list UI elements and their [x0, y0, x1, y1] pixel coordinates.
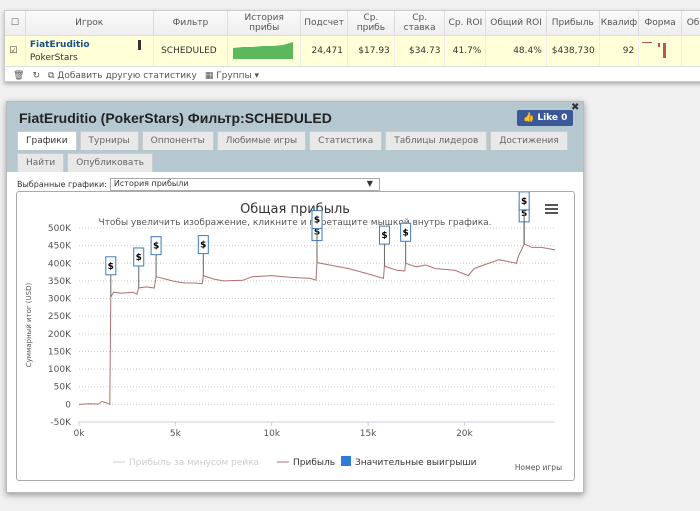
- total-roi-cell: 48.4%: [485, 35, 547, 67]
- tab-2[interactable]: Оппоненты: [141, 131, 214, 150]
- refresh-icon[interactable]: ↻: [32, 71, 40, 81]
- x-tick-label: 5k: [170, 429, 182, 439]
- profit-chart[interactable]: Общая прибыльЧтобы увеличить изображение…: [17, 191, 574, 480]
- tab-3[interactable]: Любимые игры: [216, 131, 307, 150]
- tab-7[interactable]: Найти: [17, 153, 65, 172]
- flag-label: $: [153, 242, 159, 252]
- table-toolbar: 🗑 ↻ ⧉ Добавить другую статистику ▦ Групп…: [5, 67, 700, 85]
- qual-cell: 92: [599, 35, 640, 67]
- y-tick-label: 100K: [48, 365, 72, 375]
- x-tick-label: 20k: [456, 429, 473, 439]
- dialog-tabs: Графики Турниры Оппоненты Любимые игры Стати…: [17, 131, 577, 172]
- table-header-row: ☐ Игрок Фильтр История прибы Подсчет Ср.…: [5, 11, 700, 36]
- y-tick-label: 200K: [48, 330, 72, 340]
- y-tick-label: -50K: [50, 418, 72, 428]
- x-axis-label: Номер игры: [515, 463, 562, 472]
- player-chart-dialog: FiatEruditio (PokerStars) Фильтр:SCHEDUL…: [6, 101, 584, 493]
- stats-table: ☐ Игрок Фильтр История прибы Подсчет Ср.…: [5, 11, 700, 67]
- col-avg-profit[interactable]: Ср. прибь: [347, 11, 395, 36]
- y-tick-label: 150K: [48, 347, 72, 357]
- add-stat-button[interactable]: ⧉ Добавить другую статистику: [48, 71, 197, 81]
- filter-cell: SCHEDULED: [153, 35, 229, 67]
- player-site: PokerStars: [29, 52, 78, 63]
- avg-stake-cell: $34.73: [394, 35, 446, 67]
- groups-button[interactable]: ▦ Группы ▾: [205, 71, 259, 81]
- like-label: Like 0: [537, 113, 568, 123]
- tab-1[interactable]: Турниры: [79, 131, 139, 150]
- y-tick-label: 250K: [48, 312, 72, 322]
- y-tick-label: 50K: [54, 383, 72, 393]
- tab-0[interactable]: Графики: [17, 131, 77, 150]
- legend-bigwins: Значительные выигрыши: [355, 458, 477, 468]
- avg-roi-cell: 41.7%: [444, 35, 487, 67]
- y-tick-label: 500K: [48, 224, 72, 234]
- y-tick-label: 0: [65, 400, 71, 410]
- y-tick-label: 300K: [48, 295, 72, 305]
- col-more[interactable]: Об: [681, 11, 700, 36]
- col-history[interactable]: История прибы: [227, 11, 302, 36]
- y-tick-label: 450K: [48, 242, 72, 252]
- chart-select[interactable]: История прибыли ▼: [109, 178, 380, 191]
- chart-select-value: История прибыли: [113, 179, 189, 188]
- x-tick-label: 15k: [360, 429, 377, 439]
- menu-icon[interactable]: [545, 204, 558, 214]
- trash-icon[interactable]: 🗑: [13, 71, 24, 81]
- col-avg-roi[interactable]: Ср. ROI: [444, 11, 487, 36]
- profit-cell: $438,730: [546, 35, 600, 67]
- flag-label: $: [200, 241, 206, 251]
- col-avg-stake[interactable]: Ср. ставка: [394, 11, 446, 36]
- flag-label: $: [403, 228, 409, 238]
- history-sparkline: [227, 35, 302, 67]
- y-axis-label: Суммарный итог (USD): [25, 283, 33, 368]
- dialog-title: FiatEruditio (PokerStars) Фильтр:SCHEDUL…: [19, 110, 332, 126]
- y-tick-label: 400K: [48, 259, 72, 269]
- y-tick-label: 350K: [48, 277, 72, 287]
- flag-label: $: [521, 197, 527, 207]
- flag-label: $: [136, 253, 142, 263]
- tab-6[interactable]: Достижения: [490, 131, 568, 150]
- chevron-down-icon: ▼: [366, 179, 373, 188]
- col-profit[interactable]: Прибыль: [546, 11, 600, 36]
- select-all-checkbox[interactable]: ☐: [5, 11, 26, 36]
- flag-label: $: [314, 216, 320, 226]
- chart-container[interactable]: Общая прибыль Чтобы увеличить изображение…: [16, 191, 575, 481]
- chart-subtitle: Чтобы увеличить изображение, кликните и …: [98, 218, 491, 228]
- col-form[interactable]: Форма: [638, 11, 683, 36]
- col-qual[interactable]: Квалиф: [599, 11, 640, 36]
- groups-label: Группы: [216, 71, 252, 81]
- form-sparkline: [638, 35, 683, 67]
- flag-label: $: [381, 231, 387, 241]
- table-row[interactable]: ☑ FiatEruditio PokerStars SCHEDULED 24,4…: [5, 35, 700, 67]
- x-tick-label: 0k: [74, 429, 86, 439]
- x-tick-label: 10k: [263, 429, 280, 439]
- add-stat-label: Добавить другую статистику: [57, 71, 197, 81]
- selected-charts-label: Выбранные графики:: [17, 180, 107, 189]
- col-player[interactable]: Игрок: [25, 11, 154, 36]
- tab-5[interactable]: Таблицы лидеров: [385, 131, 488, 150]
- col-count[interactable]: Подсчет: [300, 11, 348, 36]
- chart-title: Общая прибыль: [240, 202, 350, 217]
- tab-8[interactable]: Опубликовать: [67, 153, 153, 172]
- legend-profit: Прибыль: [293, 458, 335, 468]
- legend-bigwins-swatch: [341, 456, 351, 466]
- col-filter[interactable]: Фильтр: [153, 11, 229, 36]
- row-checkbox[interactable]: ☑: [5, 35, 26, 67]
- col-total-roi[interactable]: Общий ROI: [485, 11, 547, 36]
- player-link[interactable]: FiatEruditio: [30, 40, 149, 50]
- tab-4[interactable]: Статистика: [309, 131, 383, 150]
- close-icon[interactable]: ✖: [571, 102, 579, 113]
- profit-line: [78, 243, 556, 406]
- facebook-like-button[interactable]: 👍 Like 0: [517, 110, 574, 126]
- count-cell: 24,471: [300, 35, 348, 67]
- flag-label: $: [108, 262, 114, 272]
- stats-table-panel: ☐ Игрок Фильтр История прибы Подсчет Ср.…: [4, 10, 700, 82]
- avg-profit-cell: $17.93: [347, 35, 395, 67]
- bottle-icon: [137, 40, 141, 50]
- legend-net: Прибыль за минусом рейка: [129, 458, 259, 468]
